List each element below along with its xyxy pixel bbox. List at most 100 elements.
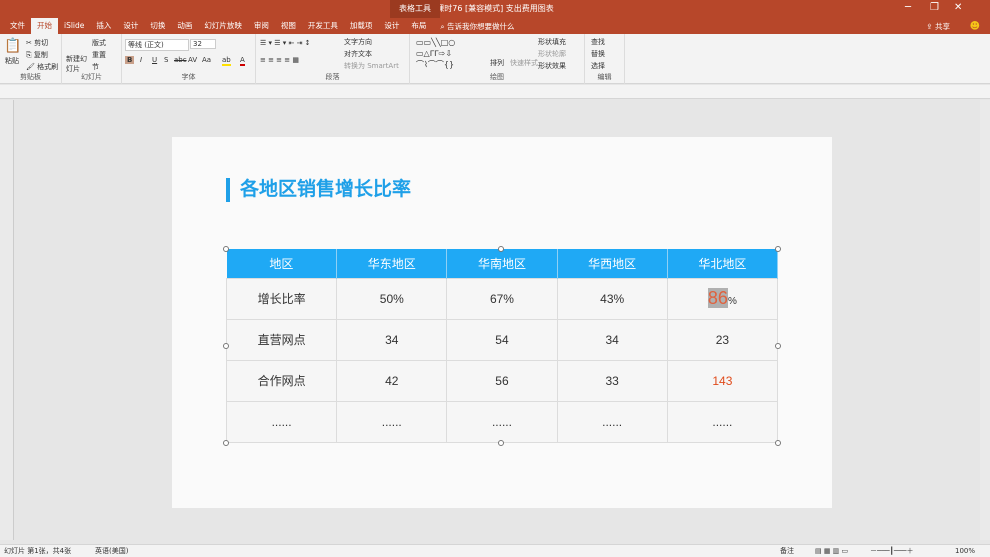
copy-button[interactable]: ⎘ 复制 [26,50,48,60]
new-slide-button[interactable]: 新建幻灯片 [66,54,90,74]
tab-islide[interactable]: iSlide [58,18,90,34]
bold-button[interactable]: B [125,56,135,64]
resize-handle[interactable] [775,440,781,446]
tab-home[interactable]: 开始 [31,18,58,34]
table-cell[interactable]: ...... [336,400,448,443]
table-cell[interactable]: 56 [446,359,558,402]
tab-animations[interactable]: 动画 [171,18,198,34]
language[interactable]: 英语(美国) [95,545,128,557]
align-icons[interactable]: ≡ ≡ ≡ ≡ ▦ [260,56,299,64]
quick-access-toolbar [0,85,990,99]
paragraph-group: ☰ ▾ ☰ ▾ ⇤ ⇥ ↕ ≡ ≡ ≡ ≡ ▦ 文字方向 对齐文本 转换为 Sm… [256,34,410,84]
text-direction-button[interactable]: 文字方向 [344,37,372,47]
shape-effects-button[interactable]: 形状效果 [538,61,566,71]
table-cell[interactable]: 42 [336,359,448,402]
header-cell[interactable]: 华北地区 [667,249,779,278]
table-cell[interactable]: 33 [556,359,668,402]
table-cell[interactable]: 增长比率 [225,277,338,320]
header-cell[interactable]: 地区 [226,249,338,278]
table-cell[interactable]: ...... [446,400,558,443]
replace-button[interactable]: 替换 [591,49,605,59]
highlight-color-icon[interactable]: ab [222,56,231,66]
table-cell[interactable]: 67% [446,277,558,320]
table-cell[interactable]: 34 [336,318,448,361]
strikethrough-button[interactable]: abc [174,56,187,64]
tab-design[interactable]: 设计 [117,18,144,34]
shadow-button[interactable]: S [164,56,168,64]
data-table[interactable]: 地区 华东地区 华南地区 华西地区 华北地区 增长比率 50% 67% 43% … [225,249,779,443]
table-cell[interactable]: 43% [556,277,668,320]
shapes-gallery[interactable]: ▭▭╲╲□○ ▭△ᒥᒥ⇨⇩ ⌒⌇⌒⌒{} [416,37,455,70]
layout-button[interactable]: 版式 [92,38,106,48]
italic-button[interactable]: I [140,56,142,64]
tab-review[interactable]: 审阅 [248,18,275,34]
font-name-select[interactable]: 等线 (正文) [125,39,189,51]
font-color-icon[interactable]: A [240,56,245,66]
paste-button[interactable]: 粘贴 [5,56,19,66]
resize-handle[interactable] [498,246,504,252]
share-button[interactable]: ⇪ 共享 [926,21,950,32]
cut-button[interactable]: ✂ 剪切 [26,38,48,48]
table-cell[interactable]: 34 [556,318,668,361]
header-cell[interactable]: 华西地区 [557,249,668,278]
status-bar: 幻灯片 第1张，共4张 英语(美国) 备注 ▤ ▦ ▥ ▭ －───┃───＋ … [0,544,990,557]
resize-handle[interactable] [775,343,781,349]
vertical-scrollbar[interactable] [980,100,990,540]
slide-heading[interactable]: 各地区销售增长比率 [226,178,411,202]
table-cell[interactable]: 54 [446,318,558,361]
thumbnail-pane-collapsed[interactable] [0,100,14,540]
shape-fill-button[interactable]: 形状填充 [538,37,566,47]
table-cell[interactable]: ...... [225,400,338,443]
zoom-slider[interactable]: －───┃───＋ [870,545,914,557]
close-button[interactable]: ✕ [954,2,962,13]
tab-developer[interactable]: 开发工具 [302,18,344,34]
tab-insert[interactable]: 插入 [90,18,117,34]
change-case-button[interactable]: Aa [202,56,211,64]
tab-transitions[interactable]: 切换 [144,18,171,34]
tab-table-layout[interactable]: 布局 [405,18,432,34]
slides-group: 新建幻灯片 版式 重置 节 幻灯片 [62,34,122,84]
minimize-button[interactable]: ─ [905,2,911,13]
resize-handle[interactable] [223,440,229,446]
header-cell[interactable]: 华东地区 [336,249,448,278]
tab-file[interactable]: 文件 [4,18,31,34]
section-button[interactable]: 节 [92,62,99,72]
convert-smartart-button[interactable]: 转换为 SmartArt [344,61,399,71]
tell-me-search[interactable]: ⌕ 告诉我你想要做什么 [440,21,514,32]
notes-button[interactable]: 备注 [780,545,794,557]
smiley-icon[interactable]: ☻ [970,21,980,32]
zoom-level[interactable]: 100% [955,545,975,557]
table-cell[interactable]: 50% [336,277,448,320]
table-cell[interactable]: 23 [666,318,779,361]
quick-styles-button[interactable]: 快速样式 [510,58,538,68]
table-cell[interactable]: ...... [556,400,668,443]
spacing-button[interactable]: AV [188,56,197,64]
reset-button[interactable]: 重置 [92,50,106,60]
tab-table-design[interactable]: 设计 [378,18,405,34]
resize-handle[interactable] [498,440,504,446]
resize-handle[interactable] [775,246,781,252]
format-painter-button[interactable]: 🖌 格式刷 [26,62,58,72]
arrange-button[interactable]: 排列 [490,58,504,68]
tab-addins[interactable]: 加载项 [344,18,379,34]
resize-handle[interactable] [223,246,229,252]
table-cell[interactable]: 直营网点 [225,318,338,361]
table-cell[interactable]: 合作网点 [225,359,338,402]
resize-handle[interactable] [223,343,229,349]
tab-slideshow[interactable]: 幻灯片放映 [198,18,248,34]
font-size-select[interactable]: 32 [190,39,216,49]
shape-outline-button[interactable]: 形状轮廓 [538,49,566,59]
table-cell-selected[interactable]: 86% [666,277,779,320]
align-text-button[interactable]: 对齐文本 [344,49,372,59]
underline-button[interactable]: U [152,56,157,64]
find-button[interactable]: 查找 [591,37,605,47]
select-button[interactable]: 选择 [591,61,605,71]
ribbon: 📋 粘贴 ✂ 剪切 ⎘ 复制 🖌 格式刷 剪贴板 新建幻灯片 版式 重置 节 幻… [0,34,990,84]
table-cell[interactable]: ...... [666,400,779,443]
header-cell[interactable]: 华南地区 [446,249,558,278]
tab-view[interactable]: 视图 [275,18,302,34]
table-cell[interactable]: 143 [666,359,779,402]
restore-button[interactable]: ❐ [930,2,939,13]
bullets-icon[interactable]: ☰ ▾ ☰ ▾ ⇤ ⇥ ↕ [260,39,311,47]
view-buttons[interactable]: ▤ ▦ ▥ ▭ [815,545,848,557]
